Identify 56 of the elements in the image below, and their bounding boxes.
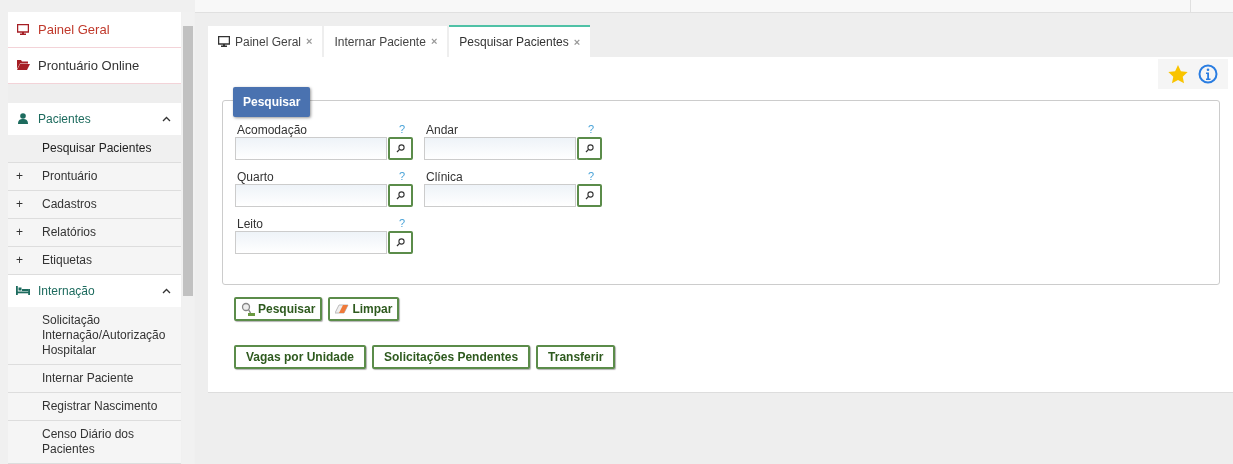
sidebar-subitem[interactable]: + Cadastros [8,190,181,219]
input-field[interactable] [235,137,387,160]
action-button[interactable]: Pesquisar [234,297,323,321]
input-field[interactable] [424,137,576,160]
sidebar-item[interactable]: Prontuário Online [8,47,181,84]
search-icon [585,191,594,200]
tab[interactable]: Painel Geral × [208,26,323,57]
eraser-icon [335,304,350,314]
search-icon [396,191,405,200]
star-icon[interactable] [1168,64,1188,84]
input-field[interactable] [235,231,387,254]
sidebar-subitem[interactable]: Internar Paciente [8,365,181,393]
info-icon[interactable] [1198,64,1218,84]
caret-icon [162,115,171,122]
field-label: Andar [425,122,459,137]
caret-icon [162,287,171,294]
expand-toggle[interactable]: + [16,168,34,184]
expand-toggle[interactable]: + [16,224,34,240]
sidebar-section[interactable]: Internação [8,274,181,307]
expand-toggle[interactable]: + [16,196,34,212]
monitor-icon [17,23,29,35]
folder-icon [16,60,30,71]
search-icon [585,144,594,153]
sidebar-section[interactable]: Pacientes [8,102,181,135]
sidebar-item[interactable]: Painel Geral [8,12,181,48]
tab[interactable]: Pesquisar Pacientes × [449,25,591,57]
input-field[interactable] [235,184,387,207]
field-label: Quarto [236,169,274,184]
action-button[interactable]: Vagas por Unidade [234,345,367,369]
action-button[interactable]: Limpar [328,297,400,321]
tab[interactable]: Internar Paciente × [324,26,448,57]
sidebar-subitem[interactable]: + Prontuário [8,162,181,191]
bed-icon [16,286,30,296]
sidebar-subitem[interactable]: Censo Diário dos Pacientes [8,421,181,464]
sidebar-subitem[interactable]: + Relatórios [8,218,181,247]
field-label: Leito [236,216,264,231]
field-label: Clínica [425,169,463,184]
action-button[interactable]: Solicitações Pendentes [372,345,531,369]
lookup-button[interactable] [577,137,602,160]
sidebar-subitem[interactable]: + Etiquetas [8,246,181,275]
person-icon [18,113,28,125]
lookup-button[interactable] [388,184,413,207]
search-icon [396,238,405,247]
expand-toggle[interactable]: + [16,252,34,268]
sidebar-subitem[interactable]: Registrar Nascimento [8,393,181,421]
section-legend: Pesquisar [233,87,311,117]
lookup-button[interactable] [388,231,413,254]
action-button[interactable]: Transferir [536,345,616,369]
magnifier-icon [241,302,255,316]
monitor-icon [218,36,230,47]
search-icon [396,144,405,153]
lookup-button[interactable] [577,184,602,207]
input-field[interactable] [424,184,576,207]
lookup-button[interactable] [388,137,413,160]
sidebar-subitem[interactable]: Solicitação Internação/Autorização Hospitalar [8,307,181,365]
field-label: Acomodação [236,122,308,137]
